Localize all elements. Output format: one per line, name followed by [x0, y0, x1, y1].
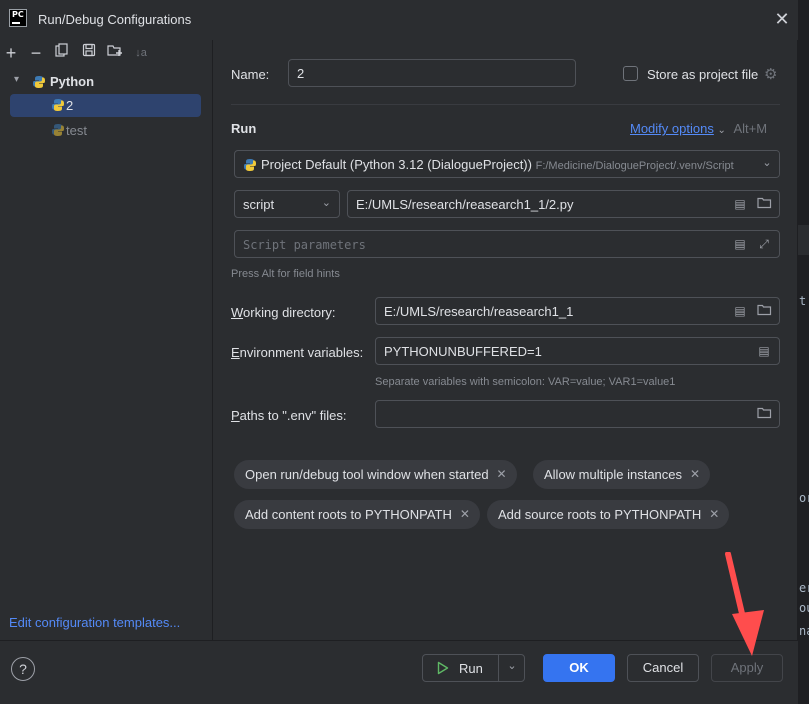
chevron-down-icon[interactable]: ▾ — [14, 74, 19, 85]
script-parameters-placeholder: Script parameters — [243, 238, 366, 252]
working-directory-field[interactable]: E:/UMLS/research/reasearch1_1 ▤ — [375, 297, 780, 325]
editor-text-fragment: or — [799, 491, 809, 505]
close-icon[interactable]: ✕ — [773, 10, 791, 28]
tree-group-python[interactable]: ▾ Python — [10, 72, 200, 92]
chevron-down-icon[interactable]: ⌄ — [755, 151, 779, 177]
run-button[interactable]: Run — [423, 655, 498, 681]
configurations-sidebar: + − ↓a ▾ Python 2 test Edit configuratio… — [0, 40, 213, 640]
tree-item-label: 2 — [66, 98, 74, 113]
modify-options-label[interactable]: Modify options — [630, 121, 714, 136]
tree-item-2[interactable]: 2 — [10, 94, 201, 117]
run-section-title: Run — [231, 121, 257, 136]
folder-icon[interactable] — [756, 407, 772, 421]
working-directory-label-text: orking directory: — [243, 305, 336, 320]
store-as-project-file-checkbox[interactable] — [623, 66, 638, 81]
chip-add-source-roots[interactable]: Add source roots to PYTHONPATH ✕ — [487, 500, 730, 529]
gear-icon[interactable]: ⚙ — [764, 65, 777, 83]
expand-text-icon[interactable]: ▤ — [732, 197, 748, 211]
expand-icon[interactable]: ⤢ — [756, 237, 772, 251]
editor-text-fragment: er — [799, 581, 809, 595]
python-config-icon — [52, 124, 64, 136]
name-label: Name: — [231, 67, 270, 82]
editor-text-fragment: t — [799, 294, 807, 308]
script-path-field[interactable]: E:/UMLS/research/reasearch1_1/2.py ▤ — [347, 190, 780, 218]
script-path-value: E:/UMLS/research/reasearch1_1/2.py — [356, 197, 574, 212]
close-icon[interactable]: ✕ — [460, 500, 470, 529]
divider — [231, 104, 780, 105]
tree-group-label: Python — [50, 74, 95, 89]
background-editor: t or er ou na — [798, 0, 809, 704]
working-directory-value: E:/UMLS/research/reasearch1_1 — [384, 304, 574, 319]
close-icon[interactable]: ✕ — [496, 460, 506, 489]
script-parameters-field[interactable]: Script parameters ▤ ⤢ — [234, 230, 780, 258]
interpreter-name: Project Default (Python 3.12 (DialoguePr… — [261, 157, 532, 172]
environment-variables-label-text: nvironment variables: — [239, 345, 364, 360]
python-config-icon — [52, 99, 64, 111]
environment-variables-value: PYTHONUNBUFFERED=1 — [384, 344, 542, 359]
chip-label: Allow multiple instances — [544, 467, 683, 482]
tree-item-test[interactable]: test — [10, 119, 201, 142]
chevron-down-icon: ⌄ — [717, 125, 726, 136]
play-icon — [437, 661, 449, 675]
editor-text-fragment: na — [799, 624, 809, 638]
pycharm-app-icon: PC — [9, 9, 27, 27]
expand-text-icon[interactable]: ▤ — [732, 237, 748, 251]
annotation-arrow — [725, 552, 764, 656]
editor-text-fragment: ou — [799, 601, 809, 615]
run-split-button: Run ⌄ — [422, 654, 525, 682]
close-icon[interactable]: ✕ — [690, 460, 700, 489]
name-field[interactable]: 2 — [288, 59, 576, 87]
working-directory-label: Working directory: — [231, 305, 336, 320]
chip-label: Add content roots to PYTHONPATH — [245, 507, 452, 522]
save-icon[interactable] — [79, 43, 99, 63]
dialog-button-bar: ? Run ⌄ OK Cancel Apply — [0, 640, 798, 704]
chip-label: Open run/debug tool window when started — [245, 467, 489, 482]
editor-gutter-strip — [798, 225, 809, 255]
copy-icon[interactable] — [52, 43, 72, 63]
chevron-down-icon[interactable]: ⌄ — [499, 655, 525, 681]
close-icon[interactable]: ✕ — [709, 500, 719, 529]
name-value: 2 — [297, 66, 305, 81]
add-icon[interactable]: + — [1, 43, 21, 63]
dotenv-paths-field[interactable] — [375, 400, 780, 428]
sort-icon[interactable]: ↓a — [131, 43, 151, 63]
chip-add-content-roots[interactable]: Add content roots to PYTHONPATH ✕ — [234, 500, 480, 529]
run-button-label: Run — [459, 661, 483, 676]
dotenv-paths-label-text: aths to ".env" files: — [239, 408, 347, 423]
folder-icon[interactable] — [756, 197, 772, 211]
environment-variables-hint: Separate variables with semicolon: VAR=v… — [375, 376, 676, 388]
interpreter-path: F:/Medicine/DialogueProject/.venv/Script — [535, 160, 734, 172]
cancel-button[interactable]: Cancel — [627, 654, 699, 682]
alt-hint: Press Alt for field hints — [231, 268, 340, 280]
folder-icon[interactable] — [756, 304, 772, 318]
remove-icon[interactable]: − — [26, 43, 46, 63]
chip-open-run-debug-tool-window[interactable]: Open run/debug tool window when started ✕ — [234, 460, 517, 489]
dialog-title: Run/Debug Configurations — [38, 12, 192, 27]
environment-variables-label: Environment variables: — [231, 345, 364, 360]
modify-options-shortcut: Alt+M — [733, 121, 768, 136]
edit-configuration-templates-link[interactable]: Edit configuration templates... — [9, 615, 180, 630]
python-icon — [33, 76, 45, 88]
title-bar: PC Run/Debug Configurations ✕ — [0, 0, 798, 40]
script-type-select[interactable]: script ⌄ — [234, 190, 340, 218]
chip-label: Add source roots to PYTHONPATH — [498, 507, 702, 522]
help-button[interactable]: ? — [11, 657, 35, 681]
chevron-down-icon: ⌄ — [321, 197, 331, 209]
tree-item-label: test — [66, 123, 87, 138]
python-interpreter-icon — [244, 159, 256, 171]
expand-text-icon[interactable]: ▤ — [732, 304, 748, 318]
dotenv-paths-label: Paths to ".env" files: — [231, 408, 347, 423]
chip-allow-multiple-instances[interactable]: Allow multiple instances ✕ — [533, 460, 711, 489]
ok-button[interactable]: OK — [543, 654, 615, 682]
script-type-value: script — [243, 197, 275, 212]
interpreter-select[interactable]: Project Default (Python 3.12 (DialoguePr… — [234, 150, 780, 178]
environment-variables-field[interactable]: PYTHONUNBUFFERED=1 ▤ — [375, 337, 780, 365]
new-folder-icon[interactable] — [105, 43, 125, 63]
run-debug-configurations-dialog: PC Run/Debug Configurations ✕ + − ↓a ▾ P… — [0, 0, 798, 704]
expand-text-icon[interactable]: ▤ — [756, 344, 772, 358]
modify-options-link[interactable]: Modify options ⌄ Alt+M — [630, 121, 767, 136]
store-as-project-file-label: Store as project file — [647, 67, 759, 82]
